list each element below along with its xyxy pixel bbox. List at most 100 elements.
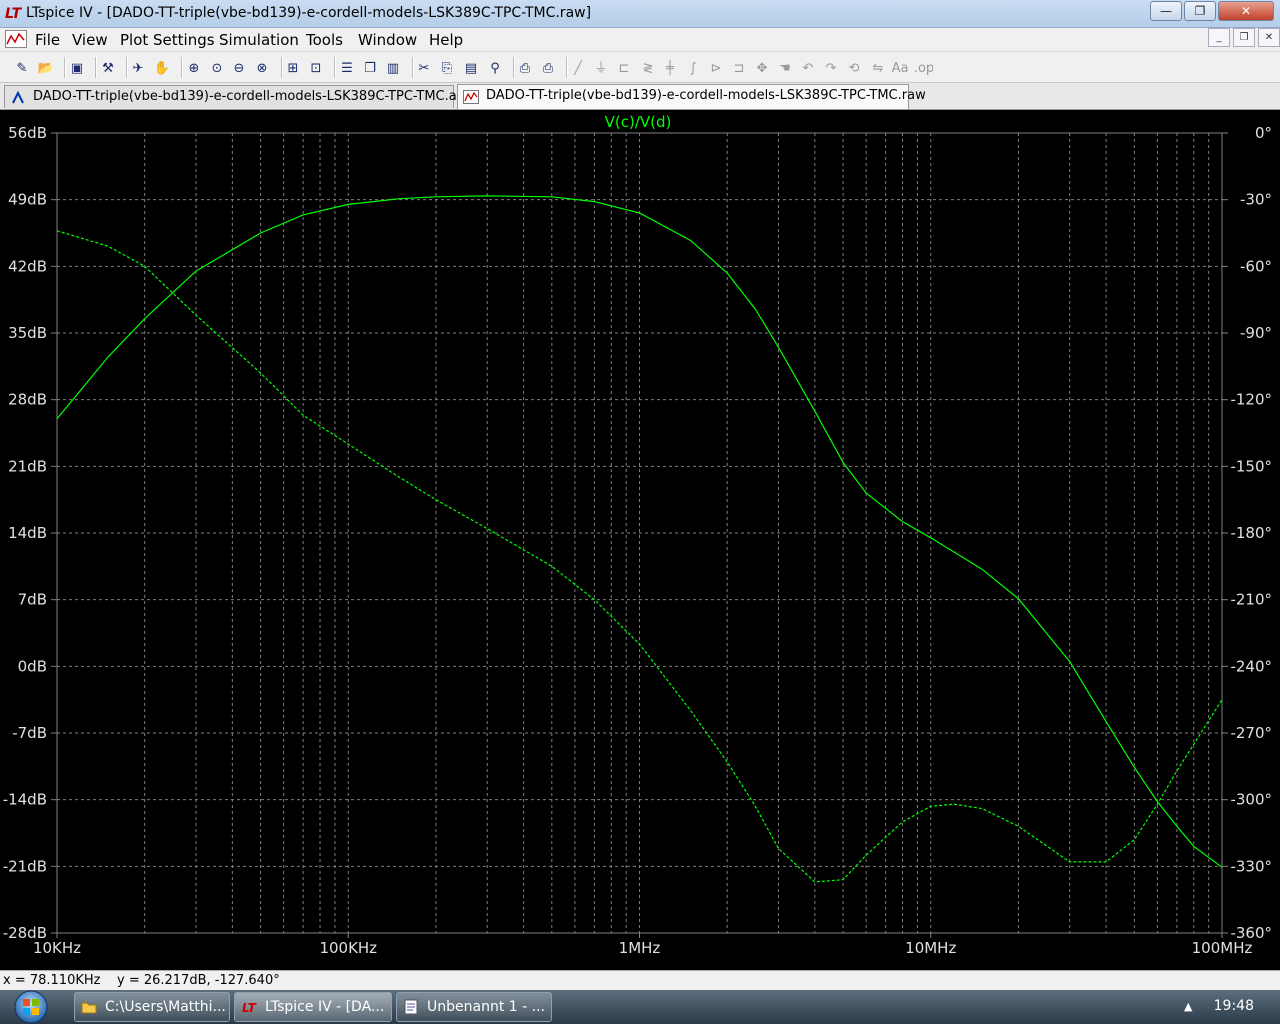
y-right-tick-label: -150° — [1230, 457, 1272, 475]
y-right-tick-label: -210° — [1230, 591, 1272, 609]
undo-icon[interactable]: ↶ — [798, 57, 818, 77]
ground-icon[interactable]: ⏚ — [591, 57, 611, 77]
toolbar-separator — [64, 57, 66, 78]
svg-text:⊙: ⊙ — [212, 61, 223, 76]
y-left-tick-label: 42dB — [8, 257, 47, 275]
mdi-minimize-button[interactable]: _ — [1208, 28, 1230, 47]
label-icon[interactable]: ⊏ — [614, 57, 634, 77]
svg-text:≷: ≷ — [643, 61, 654, 76]
svg-text:⊐: ⊐ — [734, 61, 745, 76]
waveform-plot-pane[interactable]: 10KHz 100KHz 1MHz 10MHz 100MHz 56dB 49dB 42dB 35… — [0, 110, 1280, 970]
run-icon[interactable]: ✈ — [128, 57, 148, 77]
capacitor-icon[interactable]: ╪ — [660, 57, 680, 77]
y-right-tick-label: -120° — [1230, 391, 1272, 409]
toolbar-separator — [412, 57, 414, 78]
svg-text:☚: ☚ — [779, 61, 791, 76]
svg-text:▣: ▣ — [71, 61, 83, 76]
tab-schematic[interactable]: DADO-TT-triple(vbe-bd139)-e-cordell-mode… — [4, 85, 471, 108]
cut-icon[interactable]: ✂ — [414, 57, 434, 77]
svg-text:⊡: ⊡ — [311, 61, 322, 76]
autorange-icon[interactable]: ⊞ — [283, 57, 303, 77]
svg-text:⊖: ⊖ — [234, 61, 245, 76]
svg-text:↷: ↷ — [826, 61, 838, 76]
svg-text:⎙: ⎙ — [543, 61, 554, 76]
control-panel-icon[interactable]: ⚒ — [98, 57, 118, 77]
menu-window[interactable]: Window — [358, 31, 417, 49]
mdi-restore-button[interactable]: ❐ — [1233, 28, 1255, 47]
y-left-tick-label: -21dB — [3, 857, 47, 875]
redo-icon[interactable]: ↷ — [821, 57, 841, 77]
new-schematic-icon[interactable]: ✎ — [12, 57, 32, 77]
menu-plot-settings[interactable]: Plot Settings — [120, 31, 215, 49]
ltspice-icon: LT — [242, 1001, 257, 1015]
tab-schematic-label: DADO-TT-triple(vbe-bd139)-e-cordell-mode… — [33, 89, 471, 104]
rotate-icon[interactable]: ⟲ — [844, 57, 864, 77]
maximize-button[interactable]: ❐ — [1184, 1, 1216, 21]
taskbar-editor[interactable]: Unbenannt 1 - ... — [396, 992, 552, 1022]
taskbar-ltspice-label: LTspice IV - [DA... — [265, 999, 385, 1015]
minimize-button[interactable]: — — [1150, 1, 1182, 21]
menu-help[interactable]: Help — [429, 31, 463, 49]
print-icon[interactable]: ⎙ — [538, 57, 558, 77]
svg-text:⏚: ⏚ — [594, 61, 607, 76]
toolbar: ✎ 📂 ▣ ⚒ ✈ ✋ ⊕ ⊙ ⊖ ⊗ ⊞ ⊡ ☰ ❐ ▥ ✂ ⎘ ▤ ⚲ ⎙ ⎙ ╱ ⏚ ⊏ ≷ ╪ ∫ ⊳ ⊐ ✥ ☚ ↶ ↷ ⟲ ⇋ Aa .op — [0, 52, 1280, 83]
taskbar-ltspice[interactable]: LT LTspice IV - [DA... — [234, 992, 392, 1022]
zoom-out-icon[interactable]: ⊖ — [229, 57, 249, 77]
save-icon[interactable]: ▣ — [67, 57, 87, 77]
x-tick-label: 100KHz — [319, 939, 377, 957]
move-icon[interactable]: ✥ — [752, 57, 772, 77]
zoom-cancel-icon[interactable]: ⊗ — [252, 57, 272, 77]
text-icon[interactable]: Aa — [890, 57, 910, 77]
menu-tools[interactable]: Tools — [306, 31, 343, 49]
halt-icon[interactable]: ✋ — [152, 57, 172, 77]
close-button[interactable]: ✕ — [1218, 1, 1274, 21]
inductor-icon[interactable]: ∫ — [683, 57, 703, 77]
svg-text:⟲: ⟲ — [849, 61, 860, 76]
menu-view[interactable]: View — [72, 31, 108, 49]
menu-simulation[interactable]: Simulation — [219, 31, 299, 49]
wire-icon[interactable]: ╱ — [568, 57, 588, 77]
zoom-rect-icon[interactable]: ⊙ — [207, 57, 227, 77]
taskbar-clock[interactable]: 19:48 — [1214, 998, 1254, 1014]
svg-text:⇋: ⇋ — [873, 61, 884, 76]
open-icon[interactable]: 📂 — [36, 57, 56, 77]
mark-icon[interactable]: ⊡ — [306, 57, 326, 77]
y-left-tick-label: 35dB — [8, 324, 47, 342]
y-right-tick-label: -90° — [1240, 324, 1272, 342]
toolbar-separator — [126, 57, 128, 78]
mdi-close-button[interactable]: ✕ — [1258, 28, 1280, 47]
paste-icon[interactable]: ▤ — [461, 57, 481, 77]
ltspice-app-icon[interactable]: LT — [5, 6, 21, 22]
taskbar-explorer[interactable]: C:\Users\Matthi... — [74, 992, 230, 1022]
zoom-in-icon[interactable]: ⊕ — [184, 57, 204, 77]
spice-directive-icon[interactable]: .op — [914, 57, 934, 77]
tab-waveform[interactable]: DADO-TT-triple(vbe-bd139)-e-cordell-mode… — [457, 84, 926, 109]
component-icon[interactable]: ⊐ — [729, 57, 749, 77]
toolbar-separator — [95, 57, 97, 78]
mirror-icon[interactable]: ⇋ — [868, 57, 888, 77]
svg-text:╱: ╱ — [573, 59, 583, 76]
tile-vertical-icon[interactable]: ▥ — [383, 57, 403, 77]
cascade-icon[interactable]: ❐ — [360, 57, 380, 77]
bode-plot[interactable]: 10KHz 100KHz 1MHz 10MHz 100MHz56dB49dB42dB35… — [0, 110, 1280, 970]
toolbar-separator — [513, 57, 515, 78]
find-icon[interactable]: ⚲ — [485, 57, 505, 77]
print-setup-icon[interactable]: ⎙ — [515, 57, 535, 77]
tile-horizontal-icon[interactable]: ☰ — [337, 57, 357, 77]
start-button-icon[interactable] — [8, 990, 54, 1024]
taskbar-explorer-label: C:\Users\Matthi... — [105, 999, 226, 1015]
y-right-tick-label: -360° — [1230, 924, 1272, 942]
svg-text:⚒: ⚒ — [102, 61, 114, 76]
phase-trace[interactable] — [56, 230, 1223, 883]
y-left-tick-label: -28dB — [3, 924, 47, 942]
waveform-document-icon[interactable] — [5, 30, 27, 48]
svg-text:▥: ▥ — [387, 61, 399, 76]
resistor-icon[interactable]: ≷ — [638, 57, 658, 77]
tray-expand-icon[interactable]: ▲ — [1184, 1000, 1192, 1013]
trace-label-vc-vd[interactable]: V(c)/V(d) — [605, 113, 672, 131]
drag-icon[interactable]: ☚ — [775, 57, 795, 77]
menu-file[interactable]: File — [35, 31, 60, 49]
copy-icon[interactable]: ⎘ — [437, 57, 457, 77]
svg-text:.op: .op — [915, 61, 933, 76]
diode-icon[interactable]: ⊳ — [706, 57, 726, 77]
